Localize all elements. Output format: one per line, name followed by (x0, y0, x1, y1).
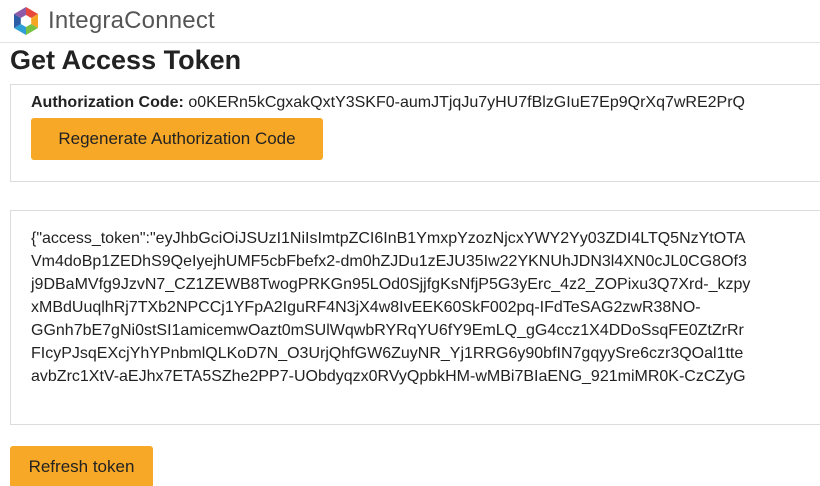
app-header: IntegraConnect (0, 0, 820, 43)
get-access-token-page: IntegraConnect Get Access Token Authoriz… (0, 0, 820, 486)
authorization-code-panel: Authorization Code: o0KERn5kCgxakQxtY3SK… (10, 84, 820, 182)
authorization-code-value: o0KERn5kCgxakQxtY3SKF0-aumJTjqJu7yHU7fBl… (188, 94, 745, 111)
refresh-token-button[interactable]: Refresh token (10, 446, 153, 486)
brand-name: IntegraConnect (48, 7, 215, 34)
regenerate-authorization-code-button[interactable]: Regenerate Authorization Code (31, 118, 323, 160)
token-line: avbZrc1XtV-aEJhx7ETA5SZhe2PP7-UObdyqzx0R… (31, 368, 746, 385)
token-line: GGnh7bE7gNi0stSI1amicemwOazt0mSUlWqwbRYR… (31, 322, 744, 339)
token-line: Vm4doBp1ZEDhS9QeIyejhUMF5cbFbefx2-dm0hZJ… (31, 253, 747, 270)
token-line: FIcyPJsqEXcjYhYPnbmlQLKoD7N_O3UrjQhfGW6Z… (31, 345, 744, 362)
access-token-response: {"access_token":"eyJhbGciOiJSUzI1NiIsImt… (31, 227, 820, 388)
token-line: j9DBaMVfg9JzvN7_CZ1ZEWB8TwogPRKGn95LOd0S… (31, 276, 751, 293)
token-line: {"access_token":"eyJhbGciOiJSUzI1NiIsImt… (31, 230, 746, 247)
integraconnect-logo-icon[interactable] (11, 6, 41, 36)
page-title: Get Access Token (10, 45, 242, 75)
token-line: xMBdUuqlhRj7TXb2NPCCj1YFpA2IguRF4N3jX4w8… (31, 299, 701, 316)
authorization-code-row: Authorization Code: o0KERn5kCgxakQxtY3SK… (31, 93, 745, 113)
access-token-panel: {"access_token":"eyJhbGciOiJSUzI1NiIsImt… (10, 210, 820, 425)
authorization-code-label: Authorization Code: (31, 94, 184, 111)
